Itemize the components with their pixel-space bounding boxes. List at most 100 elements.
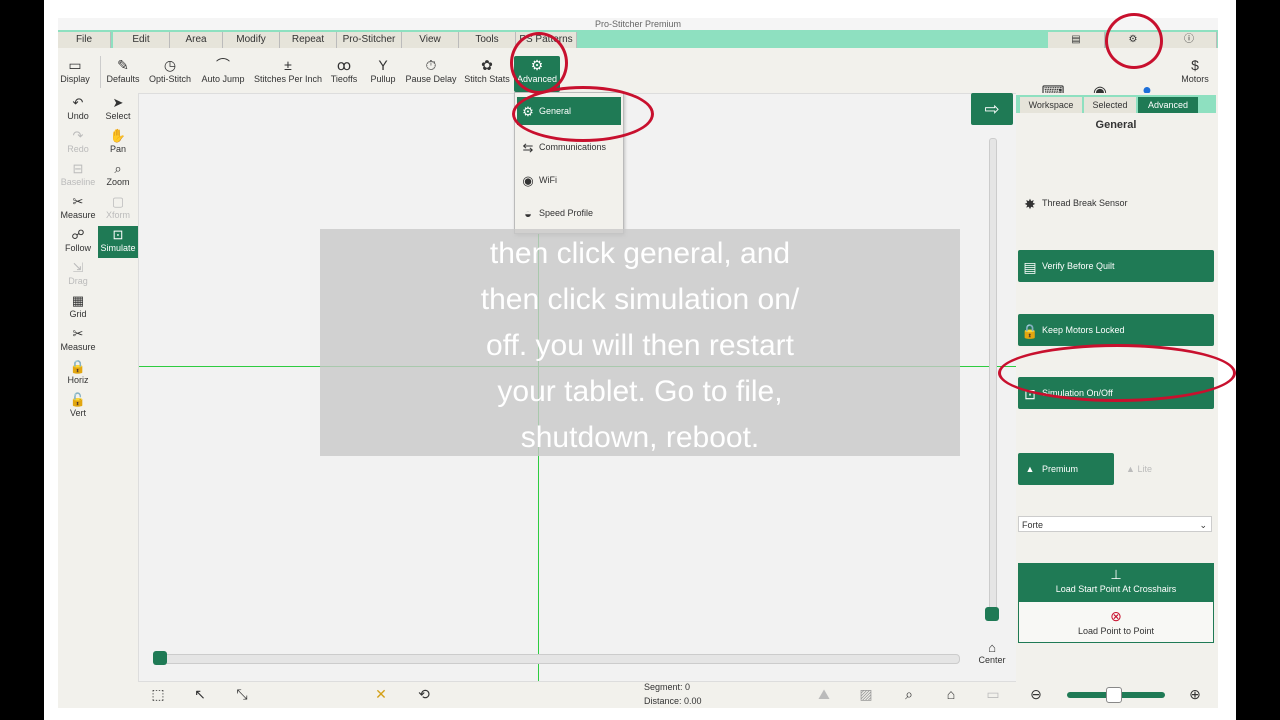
zoom-in-icon[interactable]: ⊕ — [1185, 684, 1205, 704]
dropdown-item-wifi[interactable]: ◉ WiFi — [517, 166, 621, 194]
redo-button[interactable]: ↷ Redo — [58, 127, 98, 159]
opti-stitch-icon: ◷ — [163, 57, 177, 73]
auto-jump-button[interactable]: ⌒ Auto Jump — [198, 56, 248, 92]
highlight-ring-settings — [1105, 13, 1163, 69]
expand-arrows-icon[interactable]: ⤡ — [232, 684, 252, 704]
display-icon: ▭ — [68, 57, 82, 73]
opti-stitch-button[interactable]: ◷ Opti-Stitch — [146, 56, 194, 92]
screen-icon[interactable]: ▭ — [983, 684, 1003, 704]
simulate-icon: ⊡ — [112, 227, 124, 242]
dropdown-item-speed-profile[interactable]: ◒ Speed Profile — [517, 199, 621, 227]
pullup-button[interactable]: Y Pullup — [368, 56, 398, 92]
menu-bar: File Edit Area Modify Repeat Pro-Stitche… — [58, 30, 1218, 48]
highlight-ring-advanced — [510, 32, 568, 94]
image-icon[interactable]: ▨ — [856, 684, 876, 704]
measure-button-2[interactable]: ✂ Measure — [58, 325, 98, 357]
drag-icon: ⇲ — [72, 260, 84, 275]
select-button[interactable]: ➤ Select — [98, 94, 138, 126]
simulate-button[interactable]: ⊡ Simulate — [98, 226, 138, 258]
clipboard-icon[interactable]: ▤ — [1048, 32, 1105, 48]
tab-advanced[interactable]: Advanced — [1138, 97, 1198, 113]
auto-jump-icon: ⌒ — [216, 57, 230, 73]
vertical-scroll-knob[interactable] — [985, 607, 999, 621]
tutorial-caption: then click general, and then click simul… — [320, 229, 960, 456]
zoom-out-icon[interactable]: ⊖ — [1026, 684, 1046, 704]
distance-value: 0.00 — [684, 696, 702, 706]
machine-select[interactable]: Forte ⌄ — [1018, 516, 1212, 532]
image-person-icon[interactable]: ⛰ — [814, 684, 834, 704]
sensor-burst-icon: ✸ — [1024, 195, 1036, 212]
defaults-icon: ✎ — [117, 57, 129, 73]
follow-button[interactable]: ☍ Follow — [58, 226, 98, 258]
thread-break-sensor-button[interactable]: ✸ Thread Break Sensor — [1018, 187, 1214, 219]
pause-delay-icon: ⏱ — [425, 57, 437, 73]
defaults-button[interactable]: ✎ Defaults — [105, 56, 141, 92]
zoom-button[interactable]: ⌕ Zoom — [98, 160, 138, 192]
select-box-icon[interactable]: ⬚ — [148, 684, 168, 704]
zoom-slider-knob[interactable] — [1106, 687, 1122, 703]
motors-button[interactable]: $ Motors — [1176, 56, 1214, 92]
load-point-to-point-button[interactable]: ⊗ Load Point to Point — [1019, 608, 1213, 640]
menu-tools[interactable]: Tools — [459, 32, 516, 48]
pause-delay-button[interactable]: ⏱ Pause Delay — [405, 56, 457, 92]
xform-button[interactable]: ▢ Xform — [98, 193, 138, 225]
redo-icon: ↷ — [72, 128, 84, 143]
segment-value: 0 — [685, 682, 691, 692]
menu-pro-stitcher[interactable]: Pro-Stitcher — [337, 32, 402, 48]
premium-button[interactable]: ▲ Premium — [1018, 453, 1114, 485]
tab-workspace[interactable]: Workspace — [1020, 97, 1082, 113]
baseline-icon: ⊟ — [72, 161, 84, 176]
unlock-icon: 🔓 — [69, 392, 87, 407]
select-arrows-icon[interactable]: ↖ — [190, 684, 210, 704]
display-button[interactable]: ▭ Display — [58, 56, 92, 92]
lock-icon: 🔒 — [69, 359, 87, 374]
center-button[interactable]: ⌂ Center — [976, 640, 1008, 668]
caption-line-1: then click general, and — [489, 237, 791, 270]
home-icon[interactable]: ⌂ — [941, 684, 961, 704]
menu-modify[interactable]: Modify — [223, 32, 280, 48]
speed-icon: ◒ — [524, 205, 532, 221]
info-icon[interactable]: ⓘ — [1162, 32, 1217, 48]
warning-icon: ▲ — [1025, 464, 1035, 474]
pullup-icon: Y — [378, 57, 388, 73]
load-points-box: ⊥ Load Start Point At Crosshairs ⊗ Load … — [1018, 563, 1214, 643]
stitches-per-inch-button[interactable]: ± Stitches Per Inch — [252, 56, 324, 92]
vertical-scrollbar[interactable] — [985, 138, 999, 621]
rotate-icon[interactable]: ⟲ — [414, 684, 434, 704]
warning-icon: ▲ — [1126, 464, 1135, 474]
lock-icon: 🔒 — [1021, 322, 1039, 339]
horiz-lock-button[interactable]: 🔒 Horiz — [58, 358, 98, 390]
menu-edit[interactable]: Edit — [113, 32, 170, 48]
baseline-button[interactable]: ⊟ Baseline — [58, 160, 98, 192]
measure-icon: ✂ — [72, 194, 84, 209]
lite-button[interactable]: ▲ Lite — [1126, 453, 1206, 485]
collapse-panel-arrow-icon[interactable]: ⇨ — [971, 93, 1013, 125]
drag-button[interactable]: ⇲ Drag — [58, 259, 98, 291]
stitch-stats-button[interactable]: ✿ Stitch Stats — [463, 56, 511, 92]
grid-button[interactable]: ▦ Grid — [58, 292, 98, 324]
measure-button[interactable]: ✂ Measure — [58, 193, 98, 225]
zoom-fit-icon[interactable]: ⌕ — [899, 684, 919, 704]
keep-motors-locked-button[interactable]: 🔒 Keep Motors Locked — [1018, 314, 1214, 346]
tab-selected[interactable]: Selected — [1084, 97, 1136, 113]
highlight-ring-general — [512, 86, 654, 142]
caption-line-2: then click simulation on/ — [480, 283, 800, 316]
hand-icon: ✋ — [109, 128, 127, 143]
menu-repeat[interactable]: Repeat — [280, 32, 337, 48]
highlight-ring-simulation — [998, 344, 1236, 402]
menu-file[interactable]: File — [58, 32, 111, 48]
verify-before-quilt-button[interactable]: ▤ Verify Before Quilt — [1018, 250, 1214, 282]
grid-icon: ▦ — [71, 293, 85, 308]
load-start-point-button[interactable]: ⊥ Load Start Point At Crosshairs — [1019, 564, 1213, 602]
pan-button[interactable]: ✋ Pan — [98, 127, 138, 159]
needle-icon[interactable]: ✕ — [371, 684, 391, 704]
horizontal-scroll-knob[interactable] — [153, 651, 167, 665]
menu-view[interactable]: View — [402, 32, 459, 48]
status-bar: ⬚ ↖ ⤡ ✕ ⟲ Segment: 0 Distance: 0.00 ⛰ ▨ … — [138, 680, 1218, 708]
horizontal-scrollbar[interactable] — [153, 651, 960, 665]
undo-button[interactable]: ↶ Undo — [58, 94, 98, 126]
arrows-exchange-icon: ⇆ — [522, 139, 534, 155]
tieoffs-button[interactable]: ꝏ Tieoffs — [328, 56, 360, 92]
menu-area[interactable]: Area — [170, 32, 223, 48]
vert-lock-button[interactable]: 🔓 Vert — [58, 391, 98, 423]
